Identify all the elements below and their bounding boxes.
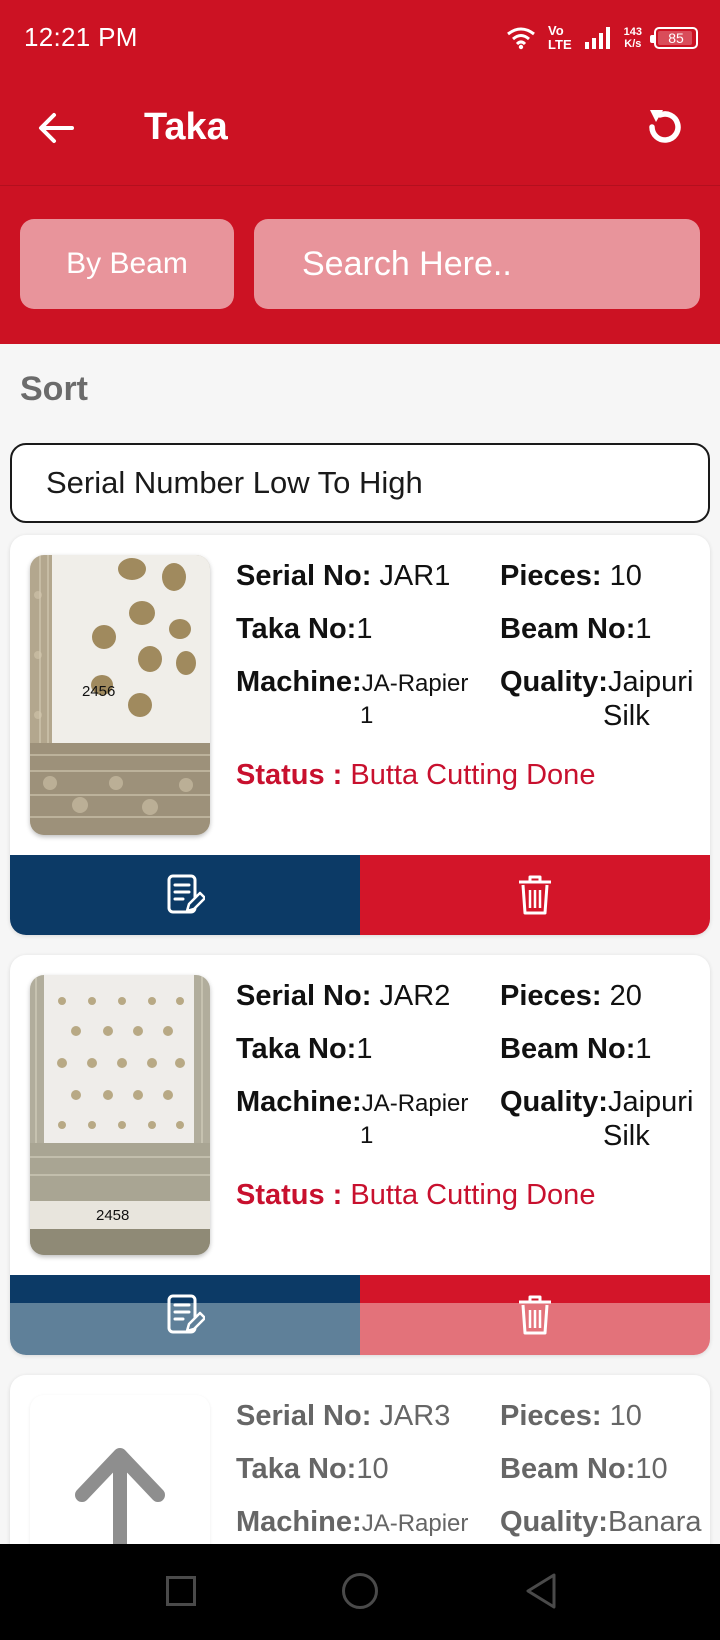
wifi-icon xyxy=(507,27,535,50)
refresh-icon[interactable] xyxy=(640,102,690,152)
card-actions xyxy=(10,1275,710,1355)
back-triangle-icon[interactable] xyxy=(524,1572,558,1610)
serial-no: Serial No: JAR2 xyxy=(236,980,451,1012)
taka-no: Taka No:1 xyxy=(236,1033,373,1065)
quality: Quality:Jaipuri xyxy=(500,666,694,698)
sort-dropdown[interactable]: Serial Number Low To High xyxy=(10,443,710,523)
beam-no: Beam No:1 xyxy=(500,1033,652,1065)
quality: Quality:Banara xyxy=(500,1506,702,1538)
machine: Machine:JA-Rapier xyxy=(236,1086,469,1118)
card-body: 2458 Serial No: JAR2 Pieces: 20 Taka No:… xyxy=(10,955,710,1275)
machine-line2: 1 xyxy=(360,702,374,729)
volte-indicator: Vo LTE xyxy=(548,23,572,52)
status-bar: 12:21 PM Vo LTE 143 K/s 85 xyxy=(0,0,720,74)
system-nav-bar xyxy=(0,1544,720,1640)
status-text: Status : Butta Cutting Done xyxy=(236,759,596,791)
trash-icon xyxy=(519,875,551,915)
saree-image: 2458 xyxy=(30,975,210,1255)
header-area: 12:21 PM Vo LTE 143 K/s 85 Taka By Beam … xyxy=(0,0,720,344)
serial-no: Serial No: JAR1 xyxy=(236,560,451,592)
edit-note-icon xyxy=(167,1294,205,1334)
edit-button[interactable] xyxy=(10,855,360,935)
beam-no: Beam No:10 xyxy=(500,1453,668,1485)
app-bar: Taka xyxy=(0,74,720,186)
quality-line2: Silk xyxy=(603,1120,650,1152)
recents-button[interactable] xyxy=(166,1576,196,1606)
quality-line2: Silk xyxy=(603,700,650,732)
search-input[interactable] xyxy=(302,244,720,284)
network-speed: 143 K/s xyxy=(623,26,642,50)
card-actions xyxy=(10,855,710,935)
screen: 12:21 PM Vo LTE 143 K/s 85 Taka By Beam … xyxy=(0,0,720,1640)
status-icons: Vo LTE 143 K/s 85 xyxy=(506,18,698,58)
pieces: Pieces: 10 xyxy=(500,560,642,592)
arrow-left-icon[interactable] xyxy=(36,108,76,148)
taka-no: Taka No:1 xyxy=(236,613,373,645)
quality: Quality:Jaipuri xyxy=(500,1086,694,1118)
pieces: Pieces: 20 xyxy=(500,980,642,1012)
trash-icon xyxy=(519,1295,551,1335)
edit-button[interactable] xyxy=(10,1275,360,1355)
sort-label: Sort xyxy=(20,370,88,408)
home-button[interactable] xyxy=(342,1573,378,1609)
delete-button[interactable] xyxy=(360,1275,710,1355)
status-time: 12:21 PM xyxy=(24,22,138,52)
search-box[interactable] xyxy=(254,219,720,309)
signal-icon xyxy=(584,27,610,49)
card-body: 2456 Serial No: JAR1 Pieces: 10 Taka No:… xyxy=(10,535,710,855)
status-text: Status : Butta Cutting Done xyxy=(236,1179,596,1211)
delete-button[interactable] xyxy=(360,855,710,935)
taka-card[interactable]: 2458 Serial No: JAR2 Pieces: 20 Taka No:… xyxy=(10,955,710,1355)
battery-icon: 85 xyxy=(650,27,698,49)
machine-line2: 1 xyxy=(360,1122,374,1149)
serial-no: Serial No: JAR3 xyxy=(236,1400,451,1432)
edit-note-icon xyxy=(167,874,205,914)
by-beam-button[interactable]: By Beam xyxy=(20,219,234,309)
page-title: Taka xyxy=(144,106,228,148)
taka-card[interactable]: 2456 Serial No: JAR1 Pieces: 10 Taka No:… xyxy=(10,535,710,935)
pieces: Pieces: 10 xyxy=(500,1400,642,1432)
machine: Machine:JA-Rapier xyxy=(236,666,469,698)
taka-no: Taka No:10 xyxy=(236,1453,389,1485)
machine: Machine:JA-Rapier xyxy=(236,1506,469,1538)
thumb-number: 2456 xyxy=(82,683,116,700)
saree-image: 2456 xyxy=(30,555,210,835)
beam-no: Beam No:1 xyxy=(500,613,652,645)
thumb-number: 2458 xyxy=(96,1207,130,1224)
